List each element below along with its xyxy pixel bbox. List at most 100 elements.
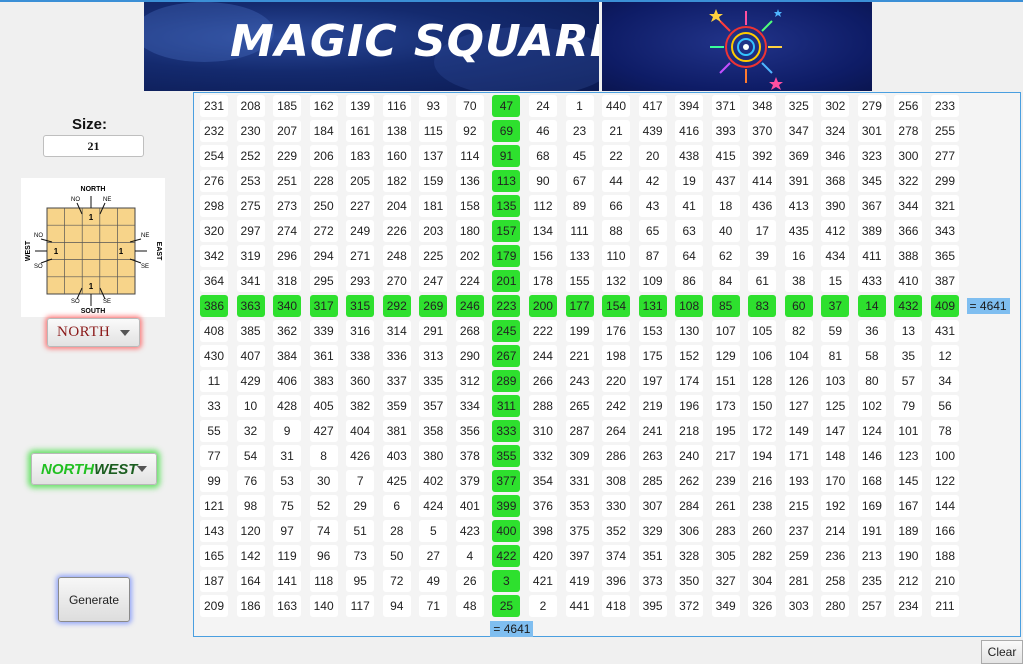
start-direction-dropdown[interactable]: NORTH — [47, 318, 140, 347]
grid-cell: 180 — [455, 220, 484, 242]
grid-cell: 121 — [200, 495, 228, 517]
grid-cell: 350 — [675, 570, 704, 592]
grid-cell: 105 — [748, 320, 777, 342]
grid-cell: 383 — [309, 370, 338, 392]
grid-cell: 207 — [273, 120, 302, 142]
grid-cell: 78 — [931, 420, 959, 442]
grid-cell: 241 — [638, 420, 667, 442]
grid-cell: 253 — [236, 170, 265, 192]
grid-cell: 14 — [857, 295, 886, 317]
grid-cell: 122 — [931, 470, 959, 492]
grid-cell: 317 — [309, 295, 338, 317]
grid-cell: 184 — [309, 120, 338, 142]
grid-cell: 80 — [857, 370, 886, 392]
grid-cell: 371 — [711, 95, 740, 117]
grid-cell: 212 — [894, 570, 923, 592]
grid-cell: 123 — [894, 445, 923, 467]
fireworks-icon — [709, 9, 783, 90]
grid-cell: 203 — [419, 220, 448, 242]
grid-cell: 111 — [565, 220, 594, 242]
grid-cell: 300 — [894, 145, 923, 167]
grid-cell: 377 — [492, 470, 521, 492]
grid-cell: 95 — [346, 570, 375, 592]
grid-cell: 178 — [528, 270, 557, 292]
grid-cell: 343 — [931, 220, 959, 242]
grid-cell: 385 — [236, 320, 265, 342]
grid-cell: 158 — [455, 195, 484, 217]
grid-cell: 101 — [894, 420, 923, 442]
grid-cell: 259 — [784, 545, 813, 567]
grid-cell: 390 — [821, 195, 850, 217]
grid-cell: 161 — [346, 120, 375, 142]
grid-cell: 75 — [273, 495, 302, 517]
grid-cell: 54 — [236, 445, 265, 467]
grid-cell: 192 — [821, 495, 850, 517]
grid-cell: 150 — [748, 395, 777, 417]
grid-cell: 257 — [857, 595, 886, 617]
grid-cell: 202 — [455, 245, 484, 267]
grid-cell: 426 — [346, 445, 375, 467]
grid-cell: 286 — [602, 445, 631, 467]
grid-cell: 204 — [382, 195, 411, 217]
grid-cell: 402 — [419, 470, 448, 492]
grid-cell: 329 — [638, 520, 667, 542]
grid-cell: 251 — [273, 170, 302, 192]
grid-cell: 209 — [200, 595, 228, 617]
grid-cell: 63 — [675, 220, 704, 242]
grid-cell: 136 — [455, 170, 484, 192]
grid-cell: 336 — [382, 345, 411, 367]
grid-cell: 88 — [602, 220, 631, 242]
grid-cell: 440 — [602, 95, 631, 117]
grid-cell: 291 — [419, 320, 448, 342]
grid-cell: 299 — [931, 170, 959, 192]
grid-cell: 273 — [273, 195, 302, 217]
grid-cell: 412 — [821, 220, 850, 242]
grid-cell: 418 — [602, 595, 631, 617]
grid-cell: 380 — [419, 445, 448, 467]
grid-cell: 73 — [346, 545, 375, 567]
grid-cell: 148 — [821, 445, 850, 467]
grid-cell: 90 — [528, 170, 557, 192]
compass-value-west: 1 — [54, 247, 59, 256]
grid-cell: 427 — [309, 420, 338, 442]
grid-cell: 246 — [455, 295, 484, 317]
size-input[interactable]: 21 — [43, 135, 144, 157]
compass-sw-label: SO — [71, 299, 80, 305]
grid-cell: 313 — [419, 345, 448, 367]
grid-cell: 296 — [273, 245, 302, 267]
grid-cell: 165 — [200, 545, 228, 567]
grid-cell: 118 — [309, 570, 338, 592]
compass-west-nw-label: NO — [34, 233, 43, 239]
grid-cell: 188 — [931, 545, 959, 567]
grid-cell: 190 — [894, 545, 923, 567]
title-banner: MAGIC SQUARE — [144, 2, 599, 91]
grid-cell: 98 — [236, 495, 265, 517]
grid-cell: 312 — [455, 370, 484, 392]
clear-button[interactable]: Clear — [981, 640, 1023, 664]
grid-cell: 48 — [455, 595, 484, 617]
grid-cell: 408 — [200, 320, 228, 342]
grid-cell: 201 — [492, 270, 521, 292]
grid-cell: 352 — [602, 520, 631, 542]
grid-cell: 102 — [857, 395, 886, 417]
move-direction-dropdown[interactable]: NORTHWEST — [31, 453, 157, 485]
grid-cell: 307 — [638, 495, 667, 517]
compass-east-ne-label: NE — [141, 233, 149, 239]
grid-cell: 366 — [894, 220, 923, 242]
grid-cell: 425 — [382, 470, 411, 492]
grid-cell: 205 — [346, 170, 375, 192]
grid-cell: 311 — [492, 395, 521, 417]
grid-cell: 160 — [382, 145, 411, 167]
generate-button[interactable]: Generate — [58, 577, 130, 622]
grid-cell: 437 — [711, 170, 740, 192]
grid-cell: 265 — [565, 395, 594, 417]
grid-cell: 185 — [273, 95, 302, 117]
fireworks-image — [602, 2, 872, 91]
grid-cell: 314 — [382, 320, 411, 342]
grid-cell: 238 — [748, 495, 777, 517]
grid-cell: 15 — [821, 270, 850, 292]
grid-cell: 35 — [894, 345, 923, 367]
grid-cell: 159 — [419, 170, 448, 192]
grid-cell: 358 — [419, 420, 448, 442]
grid-cell: 439 — [638, 120, 667, 142]
